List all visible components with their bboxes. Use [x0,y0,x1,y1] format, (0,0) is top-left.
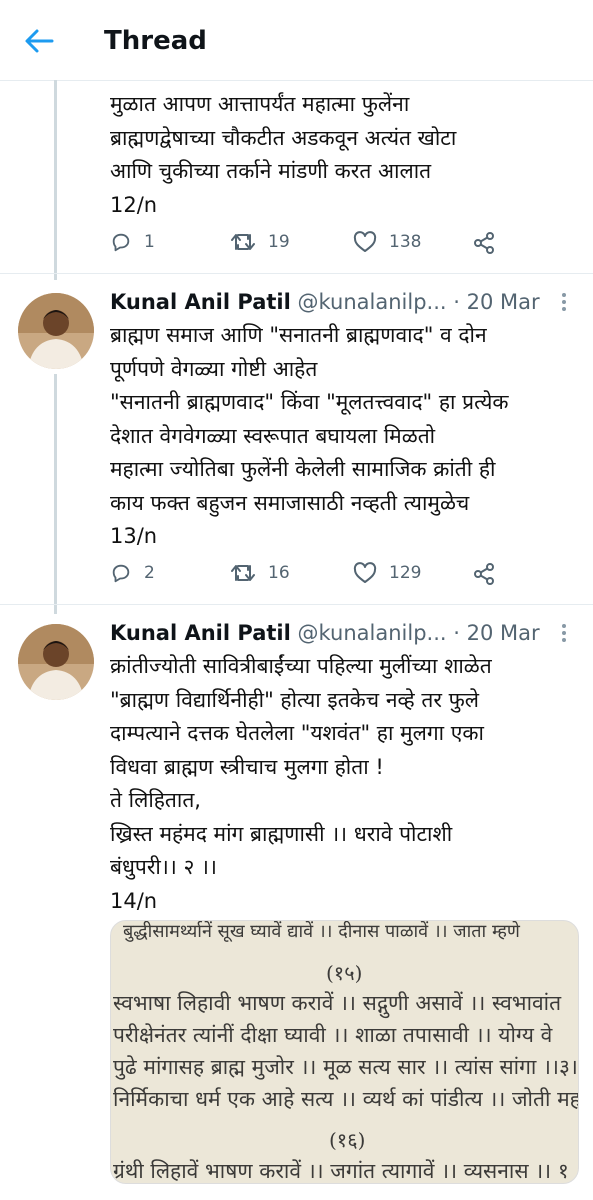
avatar[interactable] [18,293,94,369]
tweet-actions: 2 16 129 [110,562,530,592]
tweet-text: क्रांतीज्योती सावित्रीबाईंच्या पहिल्या म… [110,654,492,913]
tweet-header: Kunal Anil Patil @kunalanilp... · 20 Mar [110,621,540,651]
heart-icon [353,562,377,583]
retweet-count: 16 [268,563,290,583]
tweet-text: मुळात आपण आत्तापर्यंत महात्मा फुलेंना ब्… [110,92,457,217]
back-arrow-icon[interactable] [22,26,58,56]
more-options-icon[interactable] [558,292,570,312]
page-title: Thread [104,26,207,56]
retweet-icon [231,234,255,250]
photo-text-line: निर्मिकाचा धर्म एक आहे सत्य ।। व्यर्थ का… [113,1087,579,1111]
heart-icon [353,231,377,252]
photo-verse-number: (१६) [329,1128,366,1152]
tweet-text: ब्राह्मण समाज आणि "सनातनी ब्राह्मणवाद" व… [110,323,509,548]
tweet-time[interactable]: · 20 Mar [453,621,539,645]
like-count: 129 [389,563,422,583]
tweet-header: Kunal Anil Patil @kunalanilp... · 20 Mar [110,290,540,320]
tweet-photo[interactable]: बुद्धीसामर्थ्यानें सूख घ्यावें द्यावें ।… [110,920,579,1184]
author-name[interactable]: Kunal Anil Patil [110,621,291,645]
tweet-actions: 1 19 138 [110,231,530,261]
tweet-time[interactable]: · 20 Mar [453,290,539,314]
reply-button[interactable]: 2 [110,562,155,584]
photo-text-line: पुढे मांगासह ब्राह्म मुजोर ।। मूळ सत्य स… [113,1055,579,1079]
reply-icon [112,233,130,252]
share-button[interactable] [472,231,508,255]
like-button[interactable]: 129 [353,562,421,584]
reply-count: 2 [144,563,155,583]
share-button[interactable] [472,562,508,586]
share-icon [474,232,494,254]
thread-connector [54,374,57,614]
reply-icon [112,564,130,583]
author-handle[interactable]: @kunalanilp... [298,621,447,645]
photo-text-line: ग्रंथी लिहावें भाषण करावें ।। जगांत त्या… [113,1159,569,1183]
tweet-divider [0,273,593,274]
photo-text-line: बुद्धीसामर्थ्यानें सूख घ्यावें द्यावें ।… [123,921,520,942]
top-bar: Thread [0,0,593,81]
more-options-icon[interactable] [558,623,570,643]
photo-verse-number: (१५) [326,961,363,985]
share-icon [474,563,494,585]
photo-text-line: स्वभाषा लिहावी भाषण करावें ।। सद्गुणी अस… [113,991,562,1015]
retweet-icon [231,565,255,581]
photo-text-line: परीक्षेनंतर त्यांनीं दीक्षा घ्यावी ।। शा… [113,1023,553,1047]
avatar[interactable] [18,624,94,700]
like-button[interactable]: 138 [353,231,421,253]
retweet-count: 19 [268,232,290,252]
like-count: 138 [389,232,422,252]
thread-connector [54,80,57,280]
retweet-button[interactable]: 19 [230,231,290,253]
tweet-divider [0,604,593,605]
author-name[interactable]: Kunal Anil Patil [110,290,291,314]
author-handle[interactable]: @kunalanilp... [298,290,447,314]
reply-button[interactable]: 1 [110,231,155,253]
reply-count: 1 [144,232,155,252]
retweet-button[interactable]: 16 [230,562,290,584]
